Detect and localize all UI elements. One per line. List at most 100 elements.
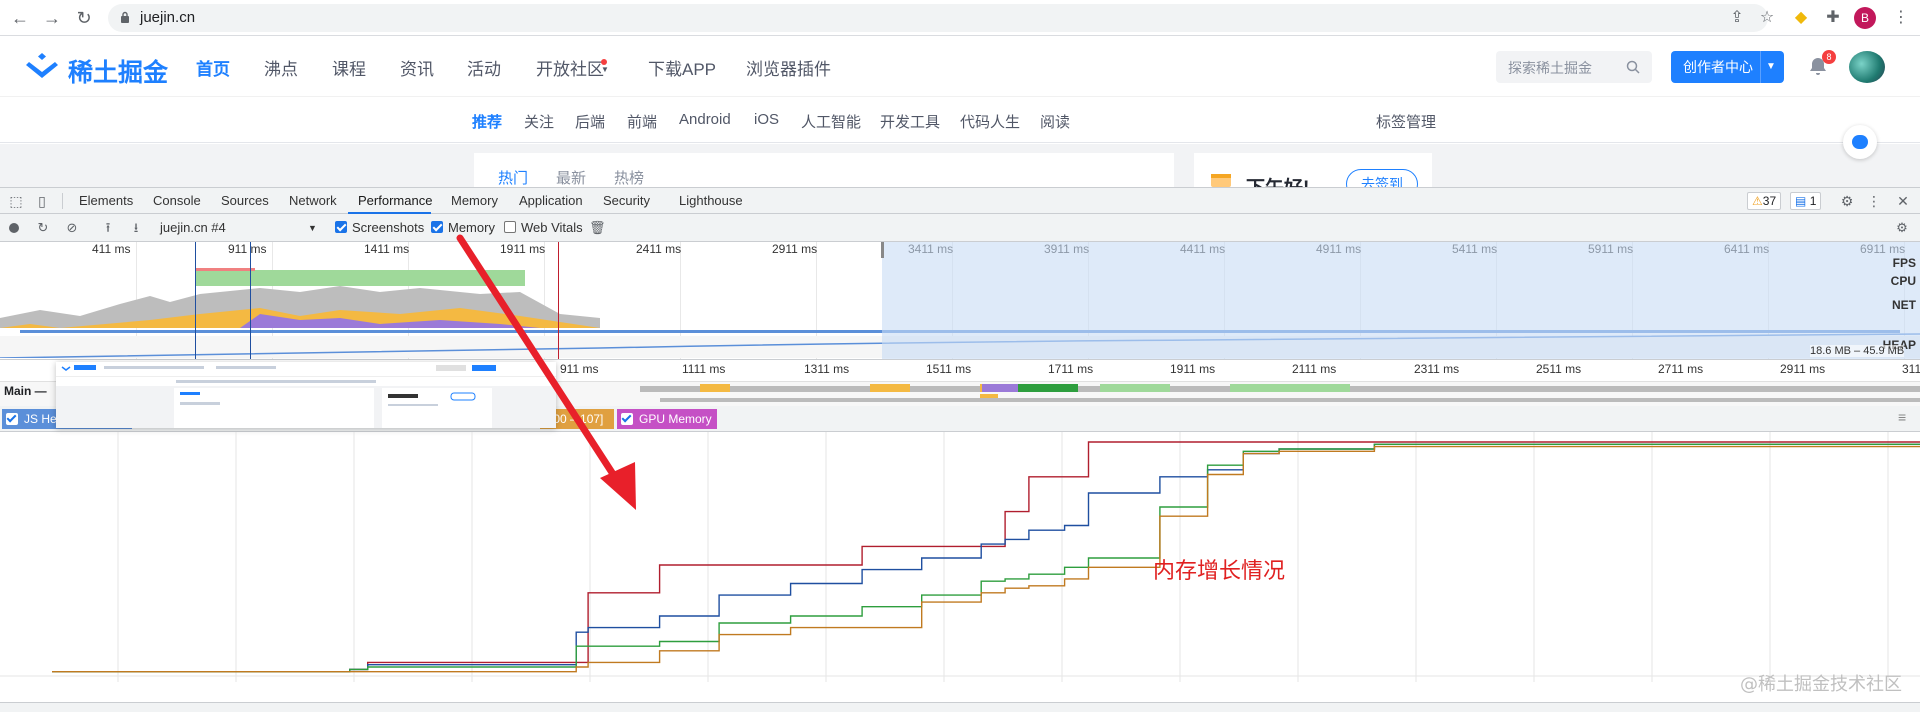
main-track-label[interactable]: Main —	[4, 384, 47, 398]
web-vitals-label: Web Vitals	[521, 220, 583, 235]
chart-series-group	[52, 441, 1920, 673]
tab-performance[interactable]: Performance	[358, 193, 432, 208]
juejin-logo[interactable]: 稀土掘金	[24, 51, 168, 87]
web-vitals-checkbox[interactable]	[504, 221, 516, 233]
chart-grid	[0, 432, 1920, 682]
extension-diamond-icon[interactable]: ◆	[1790, 7, 1812, 29]
browser-toolbar: ← → ↻ juejin.cn ⇪ ☆ ◆ ✚ B ⋮	[0, 0, 1920, 36]
cat-frontend[interactable]: 前端	[627, 111, 657, 132]
tab-elements[interactable]: Elements	[79, 193, 133, 208]
record-icon[interactable]	[6, 220, 22, 236]
heap-range: 18.6 MB – 45.9 MB	[1810, 345, 1905, 357]
share-icon[interactable]: ⇪	[1726, 7, 1748, 29]
cat-ai[interactable]: 人工智能	[801, 111, 861, 132]
inspect-element-icon[interactable]: ⬚	[8, 193, 24, 209]
user-avatar[interactable]	[1849, 51, 1885, 83]
nav-home[interactable]: 首页	[196, 55, 230, 80]
watermark: @稀土掘金技术社区	[1740, 674, 1902, 695]
cat-devtools[interactable]: 开发工具	[880, 111, 940, 132]
tab-security[interactable]: Security	[603, 193, 650, 208]
panel-resize-icon[interactable]: ≡	[1898, 409, 1906, 425]
profile-avatar[interactable]: B	[1854, 7, 1876, 29]
tab-lighthouse[interactable]: Lighthouse	[679, 193, 743, 208]
creator-center-button[interactable]: 创作者中心 ▼	[1671, 51, 1784, 83]
cat-backend[interactable]: 后端	[575, 111, 605, 132]
creator-dropdown-icon[interactable]: ▼	[1766, 51, 1776, 83]
capture-settings-icon[interactable]: ⚙	[1894, 220, 1910, 236]
garbage-collect-icon[interactable]: 🗑	[589, 220, 606, 236]
clear-icon[interactable]: ⊘	[64, 220, 80, 236]
cat-ios[interactable]: iOS	[754, 111, 779, 128]
overview-tick-label: 2911 ms	[772, 242, 818, 256]
nav-news[interactable]: 资讯	[400, 55, 434, 80]
cat-reading[interactable]: 阅读	[1040, 111, 1070, 132]
feed-tab-ranking[interactable]: 热榜	[614, 167, 644, 188]
bottom-scrollbar[interactable]	[0, 702, 1920, 712]
feed-tab-latest[interactable]: 最新	[556, 167, 586, 188]
reload-profile-icon[interactable]: ↻	[35, 220, 51, 236]
juejin-logo-icon	[26, 53, 58, 78]
address-bar[interactable]: juejin.cn ⇪ ☆	[108, 4, 1774, 32]
tab-memory[interactable]: Memory	[451, 193, 498, 208]
messages-badge[interactable]: ▤ 1	[1790, 192, 1822, 210]
memory-checkbox[interactable]	[431, 221, 443, 233]
tab-console[interactable]: Console	[153, 193, 201, 208]
greeting-card: 下午好! 去签到	[1194, 153, 1432, 199]
star-icon[interactable]: ☆	[1756, 7, 1778, 29]
nav-events[interactable]: 活动	[467, 55, 501, 80]
devtools-menu-icon[interactable]: ⋮	[1866, 193, 1882, 209]
screenshots-checkbox[interactable]	[335, 221, 347, 233]
lock-icon	[121, 11, 129, 23]
warning-icon: ⚠	[1752, 194, 1763, 208]
search-placeholder: 探索稀土掘金	[1508, 60, 1592, 76]
overview-tick-label: 411 ms	[92, 242, 131, 256]
nav-browser-plugin[interactable]: 浏览器插件	[746, 55, 831, 80]
settings-gear-icon[interactable]: ⚙	[1839, 193, 1855, 209]
back-icon[interactable]: ←	[8, 6, 32, 30]
timeline-overview[interactable]: 411 ms 911 ms 1411 ms 1911 ms 2411 ms 2911 ms…	[0, 242, 1920, 360]
message-icon: ▤	[1795, 194, 1807, 208]
overview-selection[interactable]	[882, 242, 1920, 359]
profile-select[interactable]: juejin.cn #4 ▼	[160, 218, 320, 238]
chart-series-line-3	[52, 443, 1920, 673]
cat-android[interactable]: Android	[679, 111, 731, 128]
device-toggle-icon[interactable]: ▯	[34, 193, 50, 209]
ruler-tick-label: 2111 ms	[1292, 362, 1337, 376]
extensions-puzzle-icon[interactable]: ✚	[1822, 7, 1844, 29]
legend-gpu-checkbox[interactable]	[621, 413, 633, 425]
feed-tab-hot[interactable]: 热门	[498, 167, 528, 188]
search-box[interactable]: 探索稀土掘金	[1496, 51, 1652, 83]
legend-gpu-memory[interactable]: GPU Memory	[617, 409, 717, 429]
reload-icon[interactable]: ↻	[72, 6, 96, 30]
chat-bubble-icon	[1852, 135, 1868, 149]
thumbnail-preview-graphic	[56, 362, 556, 428]
warnings-badge[interactable]: ⚠37	[1747, 192, 1782, 210]
nav-download-app[interactable]: 下载APP	[648, 55, 716, 80]
browser-menu-icon[interactable]: ⋮	[1890, 7, 1912, 29]
close-devtools-icon[interactable]: ✕	[1895, 193, 1911, 209]
download-icon[interactable]: ⭳	[128, 220, 144, 236]
tab-network[interactable]: Network	[289, 193, 337, 208]
cat-code-life[interactable]: 代码人生	[960, 111, 1020, 132]
overview-tick-label: 911 ms	[228, 242, 267, 256]
memory-chart[interactable]	[0, 432, 1920, 682]
overview-marker	[250, 242, 251, 359]
nav-courses[interactable]: 课程	[332, 55, 366, 80]
cat-follow[interactable]: 关注	[524, 111, 554, 132]
nav-pins[interactable]: 沸点	[264, 55, 298, 80]
message-count: 1	[1809, 194, 1817, 208]
upload-icon[interactable]: ⭱	[100, 220, 116, 236]
legend-js-heap-checkbox[interactable]	[6, 413, 18, 425]
chart-series-line-1	[52, 441, 1920, 673]
overview-tick-label: 2411 ms	[636, 242, 682, 256]
search-icon[interactable]	[1626, 60, 1640, 74]
tab-sources[interactable]: Sources	[221, 193, 269, 208]
nav-open-community[interactable]: 开放社区	[536, 55, 604, 80]
tag-manage-link[interactable]: 标签管理	[1376, 111, 1436, 132]
chat-float-button[interactable]	[1843, 125, 1877, 159]
forward-icon[interactable]: →	[40, 6, 64, 30]
cat-recommend[interactable]: 推荐	[472, 111, 502, 132]
tab-application[interactable]: Application	[519, 193, 583, 208]
overview-tick-label: 1411 ms	[364, 242, 410, 256]
selection-handle[interactable]	[881, 242, 884, 258]
